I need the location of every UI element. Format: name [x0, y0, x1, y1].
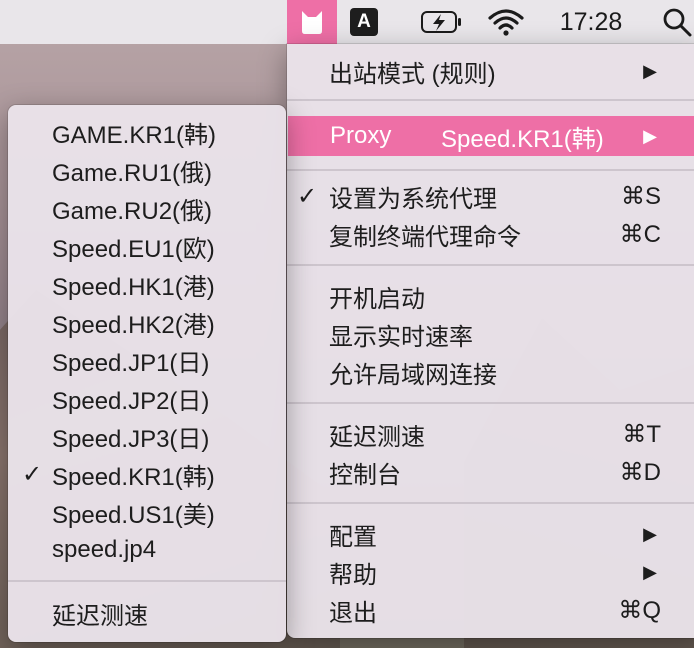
battery-glyph: [421, 11, 461, 33]
proxy-item[interactable]: Speed.US1(美): [8, 493, 286, 531]
proxy-submenu: GAME.KR1(韩) Game.RU1(俄) Game.RU2(俄) Spee…: [8, 105, 286, 642]
menu-separator: [287, 264, 694, 266]
proxy-item[interactable]: Speed.JP2(日): [8, 379, 286, 417]
submenu-arrow-icon: ▶: [643, 561, 657, 582]
clashx-cat-icon[interactable]: [287, 0, 337, 44]
spotlight-search-icon[interactable]: [662, 0, 694, 44]
input-source-label: A: [350, 8, 378, 36]
proxy-item[interactable]: Game.RU2(俄): [8, 189, 286, 227]
clashx-main-menu: 出站模式 (规则) ▶ Proxy Speed.KR1(韩) ▶ ✓ 设置为系统…: [287, 44, 694, 638]
proxy-item-label: speed.jp4: [52, 536, 157, 563]
proxy-item[interactable]: Speed.JP3(日): [8, 417, 286, 455]
menu-item-shortcut: ⌘Q: [618, 596, 661, 624]
menu-item-label: 帮助: [329, 561, 377, 589]
menu-item-label: 出站模式 (规则): [329, 60, 496, 88]
checkmark-icon: ✓: [297, 182, 318, 210]
menu-item-copy-terminal-command[interactable]: 复制终端代理命令 ⌘C: [287, 215, 694, 253]
proxy-item-label: Speed.JP3(日): [52, 425, 210, 453]
menu-item-proxy[interactable]: Proxy Speed.KR1(韩) ▶: [288, 116, 694, 156]
proxy-item-label: Speed.HK2(港): [52, 311, 215, 339]
wifi-glyph: [488, 9, 524, 36]
proxy-item[interactable]: Speed.HK1(港): [8, 265, 286, 303]
menu-item-set-system-proxy[interactable]: ✓ 设置为系统代理 ⌘S: [287, 177, 694, 215]
checkmark-icon: ✓: [22, 460, 43, 488]
proxy-item-label: Game.RU1(俄): [52, 159, 213, 187]
menu-item-quit[interactable]: 退出 ⌘Q: [287, 591, 694, 629]
submenu-arrow-icon: ▶: [643, 523, 657, 544]
menu-item-outbound-mode[interactable]: 出站模式 (规则) ▶: [287, 52, 694, 90]
menu-separator: [287, 502, 694, 504]
menu-item-help[interactable]: 帮助 ▶: [287, 553, 694, 591]
menu-separator: [287, 169, 694, 171]
menu-item-label: 配置: [329, 523, 377, 551]
wifi-icon[interactable]: [484, 0, 528, 44]
proxy-item-selected[interactable]: ✓ Speed.KR1(韩): [8, 455, 286, 493]
menu-item-dashboard[interactable]: 控制台 ⌘D: [287, 453, 694, 491]
menu-item-shortcut: ⌘C: [619, 220, 661, 248]
proxy-item-label: 延迟测速: [52, 602, 148, 630]
menu-bar: A 17:28: [0, 0, 694, 44]
menu-item-label: Proxy: [330, 122, 392, 149]
proxy-item[interactable]: Speed.HK2(港): [8, 303, 286, 341]
proxy-latency-test[interactable]: 延迟测速: [8, 594, 286, 632]
menu-item-show-speed[interactable]: 显示实时速率: [287, 315, 694, 353]
submenu-arrow-icon: ▶: [643, 125, 657, 146]
selected-proxy-value: Speed.KR1(韩): [441, 125, 604, 153]
menu-item-label: 复制终端代理命令: [329, 223, 521, 251]
menu-item-allow-lan[interactable]: 允许局域网连接: [287, 353, 694, 391]
menu-item-label: 显示实时速率: [329, 323, 473, 351]
menu-separator: [8, 580, 286, 582]
submenu-arrow-icon: ▶: [643, 60, 657, 81]
menu-bar-clock[interactable]: 17:28: [554, 0, 628, 44]
proxy-item-label: Speed.JP2(日): [52, 387, 210, 415]
input-source-icon[interactable]: A: [349, 0, 379, 44]
search-glyph: [663, 8, 692, 37]
proxy-item-label: Speed.HK1(港): [52, 273, 215, 301]
battery-charging-icon[interactable]: [418, 0, 466, 44]
menu-separator: [287, 402, 694, 404]
proxy-item-label: Speed.JP1(日): [52, 349, 210, 377]
menu-item-shortcut: ⌘S: [620, 182, 661, 210]
menu-item-label: 允许局域网连接: [329, 361, 497, 389]
proxy-item[interactable]: speed.jp4: [8, 531, 286, 569]
proxy-item[interactable]: Speed.EU1(欧): [8, 227, 286, 265]
proxy-item-label: Speed.EU1(欧): [52, 235, 215, 263]
proxy-item-label: Speed.KR1(韩): [52, 463, 215, 491]
menu-item-label: 延迟测速: [329, 423, 425, 451]
menu-item-shortcut: ⌘D: [619, 458, 661, 486]
cat-glyph: [302, 11, 322, 34]
proxy-item[interactable]: GAME.KR1(韩): [8, 113, 286, 151]
menu-item-label: 开机启动: [329, 285, 425, 313]
menu-item-config[interactable]: 配置 ▶: [287, 515, 694, 553]
menu-item-label: 控制台: [329, 461, 401, 489]
menu-item-label: 退出: [329, 599, 377, 627]
proxy-item[interactable]: Speed.JP1(日): [8, 341, 286, 379]
menu-item-launch-at-login[interactable]: 开机启动: [287, 277, 694, 315]
menu-item-latency-test[interactable]: 延迟测速 ⌘T: [287, 415, 694, 453]
menu-item-label: 设置为系统代理: [329, 185, 497, 213]
proxy-item-label: GAME.KR1(韩): [52, 121, 217, 149]
proxy-item-label: Game.RU2(俄): [52, 197, 213, 225]
proxy-item-label: Speed.US1(美): [52, 501, 215, 529]
menu-separator: [287, 99, 694, 101]
menu-item-shortcut: ⌘T: [622, 420, 661, 448]
proxy-item[interactable]: Game.RU1(俄): [8, 151, 286, 189]
